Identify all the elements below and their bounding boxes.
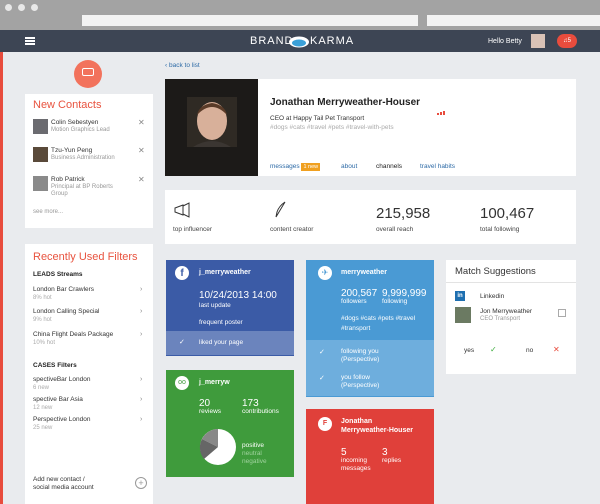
twitter-bird-icon: ✈ [318,266,332,280]
sentiment-pie-chart [199,429,236,465]
filters-title: Recently Used Filters [33,251,138,263]
facebook-icon: f [175,266,189,280]
accept-check-icon[interactable]: ✓ [490,345,497,354]
avatar [33,119,48,134]
see-more-link[interactable]: see more... [33,209,63,215]
profile-name: Jonathan Merryweather-Houser [270,97,421,108]
cloud-logo-icon [289,36,309,48]
tab-travel-habits[interactable]: travel habits [420,163,455,170]
accent-bar [0,52,3,504]
menu-icon[interactable] [25,37,35,45]
foursquare-icon: F [318,417,332,431]
stats-panel: top influencer content creator 215,958 o… [165,190,576,244]
overall-reach-value: 215,958 [376,205,431,222]
twitter-follow-rows: ✓ following you (Perspective) ✓ you foll… [306,340,434,396]
chevron-right-icon: › [140,416,143,423]
window-control-close[interactable] [5,4,12,11]
add-icon[interactable]: + [135,477,147,489]
new-contacts-title: New Contacts [33,99,102,111]
profile-hashtags: #dogs #cats #travel #pets #travel-with-p… [270,124,394,131]
signal-icon [437,102,449,115]
close-icon[interactable]: ✕ [138,146,145,155]
close-icon[interactable]: ✕ [138,118,145,127]
check-icon: ✓ [319,349,325,356]
avatar [33,147,48,162]
linkedin-icon: in [455,291,465,301]
browser-chrome [0,0,600,30]
chevron-right-icon: › [140,331,143,338]
chat-logo-icon [74,60,102,88]
cases-title: CASES Filters [33,362,77,369]
back-link[interactable]: ‹ back to list [165,62,200,69]
app-body: New Contacts Colin Sebestyen Motion Grap… [0,52,600,504]
facebook-liked-row: ✓ liked your page [166,331,294,355]
top-nav: BRAND KARMA Hello Betty ♫5 [0,30,600,52]
search-bar[interactable] [427,15,600,26]
total-following-value: 100,467 [480,205,535,222]
close-icon[interactable]: ✕ [138,175,145,184]
address-bar[interactable] [82,15,418,26]
new-contacts-panel: New Contacts Colin Sebestyen Motion Grap… [25,94,153,228]
match-title: Match Suggestions [455,266,536,277]
match-suggestions-panel: Match Suggestions in Linkedin Jon Merryw… [446,260,576,374]
notification-badge[interactable]: ♫5 [557,34,577,48]
chevron-right-icon: › [140,376,143,383]
tripadvisor-card: oo j_merryw 20 reviews 173 contributions… [166,370,294,477]
add-contact-panel[interactable]: Add new contact / social media account + [25,464,153,504]
megaphone-icon [174,202,190,218]
profile-title: CEO at Happy Tail Pet Transport [270,115,365,122]
brand-left: BRAND [250,35,294,47]
divider [446,282,576,283]
user-greeting: Hello Betty [488,38,522,45]
reject-x-icon[interactable]: ✕ [553,345,560,354]
tab-about[interactable]: about [341,163,357,170]
avatar [33,176,48,191]
new-badge: 1 new [301,163,321,171]
check-icon: ✓ [319,375,325,382]
chevron-right-icon: › [140,286,143,293]
foursquare-card: F Jonathan Merryweather-Houser 5 incomin… [306,409,434,504]
window-control-maximize[interactable] [31,4,38,11]
brand-right: KARMA [310,35,355,47]
select-checkbox[interactable] [558,309,566,317]
profile-photo-frame [165,79,258,176]
tab-channels[interactable]: channels [376,163,403,172]
owl-icon: oo [175,376,189,390]
chevron-right-icon: › [140,396,143,403]
leads-title: LEADS Streams [33,271,83,278]
window-control-minimize[interactable] [18,4,25,11]
user-avatar[interactable] [531,34,545,48]
tab-messages[interactable]: messages 1 new [270,163,321,171]
profile-photo [187,97,237,147]
check-icon: ✓ [179,339,185,346]
chevron-right-icon: › [140,308,143,315]
avatar [455,307,471,323]
profile-card: Jonathan Merryweather-Houser CEO at Happ… [165,79,576,176]
feather-icon [275,201,286,218]
